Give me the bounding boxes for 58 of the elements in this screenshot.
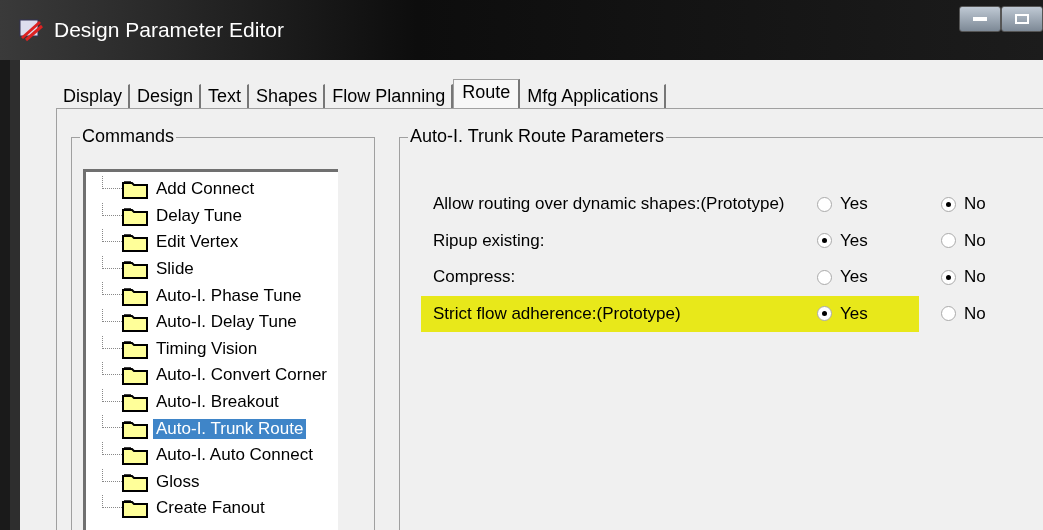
parameter-label: Allow routing over dynamic shapes:(Prototype) bbox=[433, 194, 786, 215]
folder-icon bbox=[122, 338, 148, 359]
tab[interactable]: Mfg Applications bbox=[520, 84, 667, 108]
folder-icon bbox=[122, 445, 148, 466]
maximize-button[interactable] bbox=[1001, 6, 1043, 32]
app-icon bbox=[18, 18, 44, 42]
tab[interactable]: Display bbox=[56, 84, 131, 108]
tree-item[interactable]: Slide bbox=[153, 259, 197, 280]
folder-icon bbox=[122, 232, 148, 253]
radio-label: Yes bbox=[840, 194, 868, 215]
tree-item[interactable]: Auto-I. Trunk Route bbox=[153, 418, 307, 439]
tree-item[interactable]: Auto-I. Auto Connect bbox=[153, 445, 316, 466]
folder-icon bbox=[122, 205, 148, 226]
folder-icon bbox=[122, 179, 148, 200]
radio-button[interactable] bbox=[817, 269, 832, 285]
tree-item[interactable]: Delay Tune bbox=[153, 205, 245, 226]
tree-item[interactable]: Edit Vertex bbox=[153, 232, 242, 253]
folder-icon bbox=[122, 471, 148, 492]
folder-icon bbox=[122, 418, 148, 439]
radio-label: Yes bbox=[840, 267, 868, 288]
radio-button[interactable] bbox=[817, 233, 832, 249]
tree-item[interactable]: Auto-I. Convert Corner bbox=[153, 365, 330, 386]
tree-item[interactable]: Auto-I. Phase Tune bbox=[153, 285, 305, 306]
parameter-label: Ripup existing: bbox=[433, 230, 546, 251]
radio-button[interactable] bbox=[941, 233, 956, 249]
radio-label: No bbox=[964, 303, 986, 324]
tab[interactable]: Shapes bbox=[249, 84, 326, 108]
folder-icon bbox=[122, 365, 148, 386]
radio-label: Yes bbox=[840, 303, 868, 324]
tab[interactable]: Design bbox=[130, 84, 202, 108]
radio-label: No bbox=[964, 194, 986, 215]
tree-item[interactable]: Create Fanout bbox=[153, 498, 268, 519]
tree-item[interactable]: Auto-I. Breakout bbox=[153, 392, 282, 413]
minimize-icon bbox=[973, 17, 987, 21]
radio-label: Yes bbox=[840, 230, 868, 251]
folder-icon bbox=[122, 259, 148, 280]
tree-item[interactable]: Auto-I. Delay Tune bbox=[153, 312, 300, 333]
radio-button[interactable] bbox=[817, 306, 832, 322]
radio-label: No bbox=[964, 230, 986, 251]
minimize-button[interactable] bbox=[959, 6, 1001, 32]
tree-item[interactable]: Gloss bbox=[153, 471, 203, 492]
folder-icon bbox=[122, 392, 148, 413]
parameter-label: Strict flow adherence:(Prototype) bbox=[433, 303, 682, 324]
folder-icon bbox=[122, 498, 148, 519]
maximize-icon bbox=[1015, 14, 1029, 24]
parameter-label: Compress: bbox=[433, 267, 517, 288]
tab[interactable]: Route bbox=[453, 79, 521, 109]
tab[interactable]: Text bbox=[201, 84, 250, 108]
folder-icon bbox=[122, 285, 148, 306]
radio-label: No bbox=[964, 267, 986, 288]
radio-button[interactable] bbox=[817, 196, 832, 212]
folder-icon bbox=[122, 312, 148, 333]
radio-button[interactable] bbox=[941, 269, 956, 285]
radio-button[interactable] bbox=[941, 196, 956, 212]
tree-item[interactable]: Timing Vision bbox=[153, 338, 261, 359]
radio-button[interactable] bbox=[941, 306, 956, 322]
tree-item[interactable]: Add Connect bbox=[153, 179, 258, 200]
window-title: Design Parameter Editor bbox=[54, 18, 284, 42]
